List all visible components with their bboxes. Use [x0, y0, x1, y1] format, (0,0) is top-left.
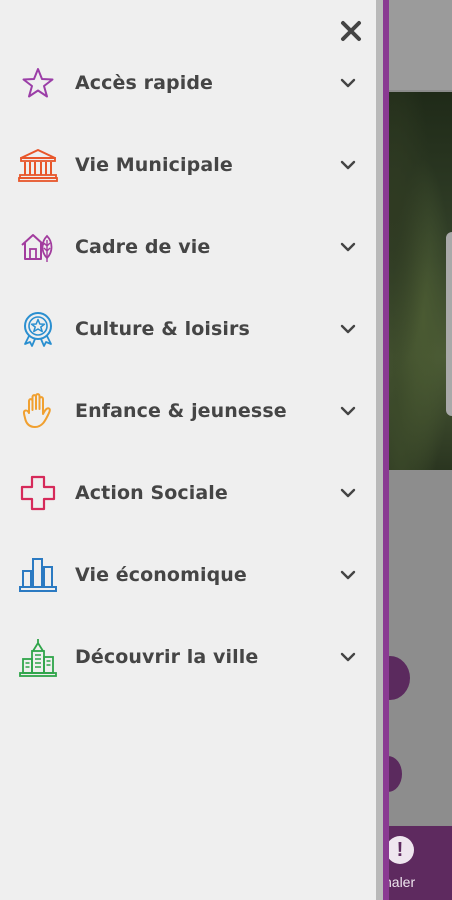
cross-icon [18, 473, 58, 513]
house-leaf-icon [18, 227, 58, 267]
menu-item-label: Accès rapide [75, 72, 214, 94]
chevron-down-icon[interactable] [337, 482, 359, 504]
menu-item-culture-loisirs[interactable]: Culture & loisirs [0, 288, 376, 370]
chevron-down-icon[interactable] [337, 72, 359, 94]
menu-item-label: Vie Municipale [75, 154, 233, 176]
menu-list: Accès rapide Vie Municipale Cadre de vie… [0, 42, 376, 698]
drawer-shadow [376, 0, 383, 900]
menu-item-label: Découvrir la ville [75, 646, 259, 668]
star-icon [18, 63, 58, 103]
close-icon [341, 21, 361, 41]
background-photo [380, 92, 452, 470]
menu-item-label: Enfance & jeunesse [75, 400, 287, 422]
background-header [380, 0, 452, 90]
accent-strip [383, 0, 389, 900]
alert-icon: ! [386, 836, 414, 864]
navigation-drawer: Accès rapide Vie Municipale Cadre de vie… [0, 0, 376, 900]
menu-item-action-sociale[interactable]: Action Sociale [0, 452, 376, 534]
chevron-down-icon[interactable] [337, 646, 359, 668]
city-buildings-icon [18, 637, 58, 677]
chevron-down-icon[interactable] [337, 154, 359, 176]
menu-item-cadre-de-vie[interactable]: Cadre de vie [0, 206, 376, 288]
chevron-down-icon[interactable] [337, 400, 359, 422]
town-hall-icon [18, 145, 58, 185]
menu-item-vie-municipale[interactable]: Vie Municipale [0, 124, 376, 206]
background-slider-tab [446, 232, 452, 416]
menu-item-decouvrir-la-ville[interactable]: Découvrir la ville [0, 616, 376, 698]
hand-icon [18, 391, 58, 431]
menu-item-acces-rapide[interactable]: Accès rapide [0, 42, 376, 124]
menu-item-label: Culture & loisirs [75, 318, 250, 340]
bar-chart-icon [18, 555, 58, 595]
menu-item-label: Cadre de vie [75, 236, 211, 258]
rosette-icon [18, 309, 58, 349]
chevron-down-icon[interactable] [337, 318, 359, 340]
menu-item-label: Vie économique [75, 564, 247, 586]
chevron-down-icon[interactable] [337, 236, 359, 258]
menu-item-vie-economique[interactable]: Vie économique [0, 534, 376, 616]
menu-item-enfance-jeunesse[interactable]: Enfance & jeunesse [0, 370, 376, 452]
menu-item-label: Action Sociale [75, 482, 228, 504]
chevron-down-icon[interactable] [337, 564, 359, 586]
